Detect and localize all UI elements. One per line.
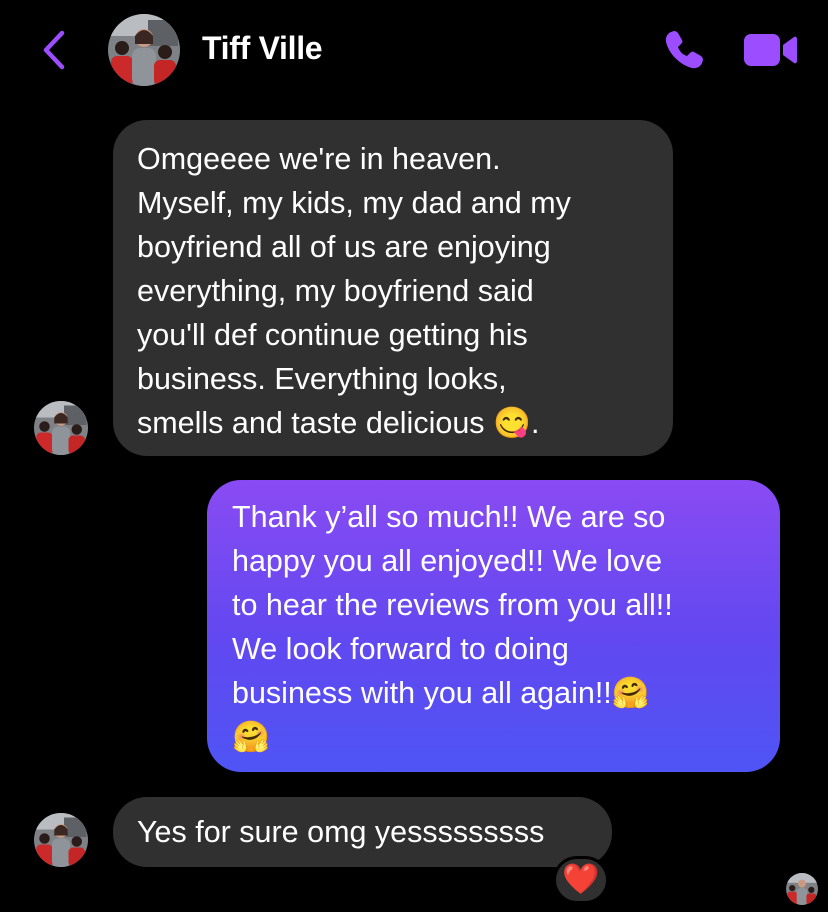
avatar-photo (34, 813, 88, 867)
back-button[interactable] (34, 26, 74, 74)
sender-avatar[interactable] (34, 813, 88, 867)
audio-call-button[interactable] (660, 26, 708, 74)
contact-avatar[interactable] (108, 14, 180, 86)
sender-avatar[interactable] (34, 401, 88, 455)
incoming-message-bubble[interactable]: Yes for sure omg yesssssssss (113, 797, 612, 867)
avatar-photo (786, 873, 818, 905)
chevron-left-icon (43, 30, 65, 70)
video-call-button[interactable] (740, 28, 800, 72)
avatar-photo (34, 401, 88, 455)
avatar-photo (108, 14, 180, 86)
contact-name[interactable]: Tiff Ville (202, 30, 323, 67)
outgoing-message-bubble[interactable]: Thank y’all so much!! We are so happy yo… (207, 480, 780, 772)
conversation-header: Tiff Ville (0, 0, 828, 100)
incoming-message-bubble[interactable]: Omgeeee we're in heaven. Myself, my kids… (113, 120, 673, 456)
phone-icon (665, 31, 703, 69)
read-receipt-avatar (786, 873, 818, 905)
heart-icon: ❤️ (562, 862, 600, 897)
message-reaction[interactable]: ❤️ (553, 856, 609, 904)
video-camera-icon (744, 34, 797, 66)
